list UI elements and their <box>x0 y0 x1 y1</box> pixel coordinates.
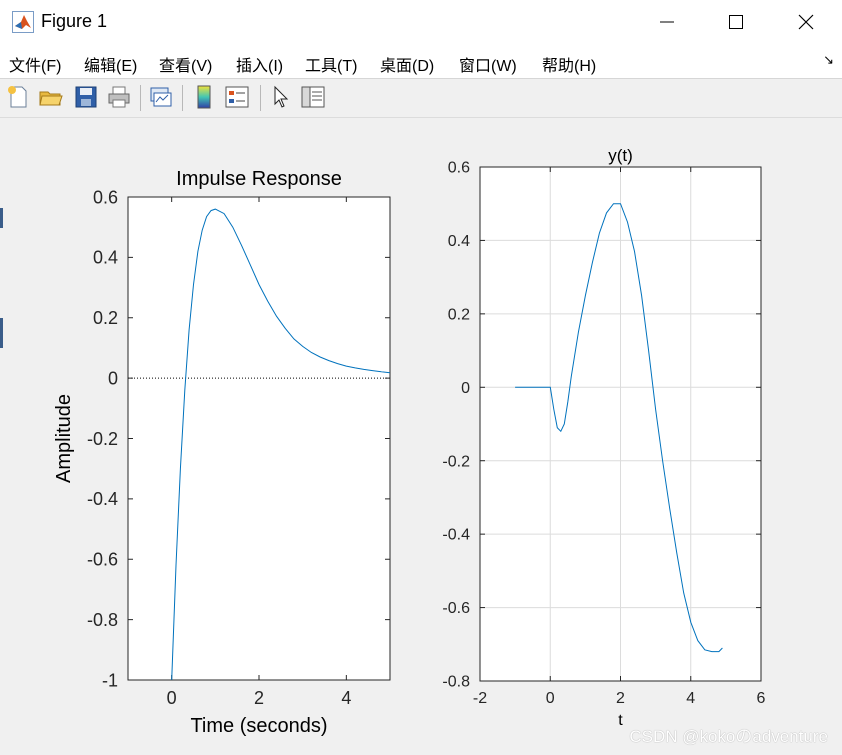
y-tick-label: -0.8 <box>442 674 470 691</box>
y-tick-label: 0 <box>461 380 470 397</box>
window-edge-accent <box>0 318 3 348</box>
y-tick-label: -0.4 <box>442 527 470 544</box>
y-tick-label: -0.6 <box>87 550 118 570</box>
y-tick-label: -1 <box>102 670 118 690</box>
menu-insert[interactable]: 插入(I) <box>236 52 283 76</box>
menu-desktop[interactable]: 桌面(D) <box>380 52 434 76</box>
y-tick-label: -0.8 <box>87 610 118 630</box>
x-tick-label: 6 <box>757 690 766 707</box>
close-button[interactable] <box>783 0 829 44</box>
x-tick-label: 4 <box>686 690 695 707</box>
close-icon <box>798 14 814 30</box>
chart-title: Impulse Response <box>176 168 342 190</box>
new-figure-icon[interactable] <box>5 84 31 110</box>
y-tick-label: -0.2 <box>87 429 118 449</box>
colorbar-icon[interactable] <box>191 84 217 110</box>
minimize-icon <box>660 21 674 23</box>
open-icon[interactable] <box>38 84 64 110</box>
link-plot-icon[interactable] <box>148 84 174 110</box>
window-edge-accent <box>0 208 3 228</box>
menu-window[interactable]: 窗口(W) <box>459 52 517 76</box>
x-tick-label: 2 <box>254 688 264 708</box>
chart-title: y(t) <box>608 146 633 165</box>
x-tick-label: 2 <box>616 690 625 707</box>
menu-edit[interactable]: 编辑(E) <box>84 52 137 76</box>
figure-canvas: 0 2 4 -1 -0.8 -0.6 -0.4 -0.2 0 0.2 0.4 0.6 Impulse R… <box>0 118 842 750</box>
dock-arrow-icon[interactable]: ↘ <box>823 52 834 68</box>
matlab-logo-icon <box>12 11 34 33</box>
y-tick-label: 0.4 <box>448 233 470 250</box>
title-bar: Figure 1 <box>0 0 842 44</box>
menu-view[interactable]: 查看(V) <box>159 52 212 76</box>
y-tick-label: 0.2 <box>93 308 118 328</box>
property-inspector-icon[interactable] <box>300 84 326 110</box>
x-tick-label: 4 <box>341 688 351 708</box>
toolbar-separator <box>140 85 141 111</box>
y-tick-label: 0 <box>108 368 118 388</box>
axes-1: 0 2 4 -1 -0.8 -0.6 -0.4 -0.2 0 0.2 0.4 0.6 Impulse R… <box>53 168 391 737</box>
x-axis-label: t <box>618 712 623 729</box>
y-tick-label: 0.2 <box>448 306 470 323</box>
toolbar-separator <box>260 85 261 111</box>
y-tick-label: -0.4 <box>87 489 118 509</box>
y-tick-label: 0.4 <box>93 248 118 268</box>
menu-bar: 文件(F) 编辑(E) 查看(V) 插入(I) 工具(T) 桌面(D) 窗口(W… <box>0 44 842 79</box>
minimize-button[interactable] <box>644 0 690 44</box>
x-tick-label: 0 <box>546 690 555 707</box>
y-axis-label: Amplitude <box>53 394 75 483</box>
toolbar <box>0 79 842 118</box>
maximize-button[interactable] <box>713 0 759 44</box>
window-title: Figure 1 <box>41 11 108 31</box>
y-tick-label: 0.6 <box>93 187 118 207</box>
plots: 0 2 4 -1 -0.8 -0.6 -0.4 -0.2 0 0.2 0.4 0.6 Impulse R… <box>53 146 766 737</box>
menu-tools[interactable]: 工具(T) <box>305 52 357 76</box>
save-icon[interactable] <box>73 84 99 110</box>
y-tick-label: -0.6 <box>442 600 470 617</box>
menu-help[interactable]: 帮助(H) <box>542 52 596 76</box>
watermark: CSDN @kokoのadventure <box>629 727 828 746</box>
maximize-icon <box>729 15 743 29</box>
plot-background <box>128 197 390 680</box>
y-tick-label: 0.6 <box>448 160 470 177</box>
x-axis-label: Time (seconds) <box>190 715 327 737</box>
x-tick-label: -2 <box>473 690 487 707</box>
legend-icon[interactable] <box>224 84 250 110</box>
x-tick-label: 0 <box>167 688 177 708</box>
axes-2: -2 0 2 4 6 -0.8 -0.6 -0.4 -0.2 0 0.2 0.4 0.6 y(t) t <box>442 146 765 729</box>
y-tick-label: -0.2 <box>442 453 470 470</box>
print-icon[interactable] <box>106 84 132 110</box>
menu-file[interactable]: 文件(F) <box>9 52 61 76</box>
toolbar-separator <box>182 85 183 111</box>
pointer-icon[interactable] <box>268 84 294 110</box>
